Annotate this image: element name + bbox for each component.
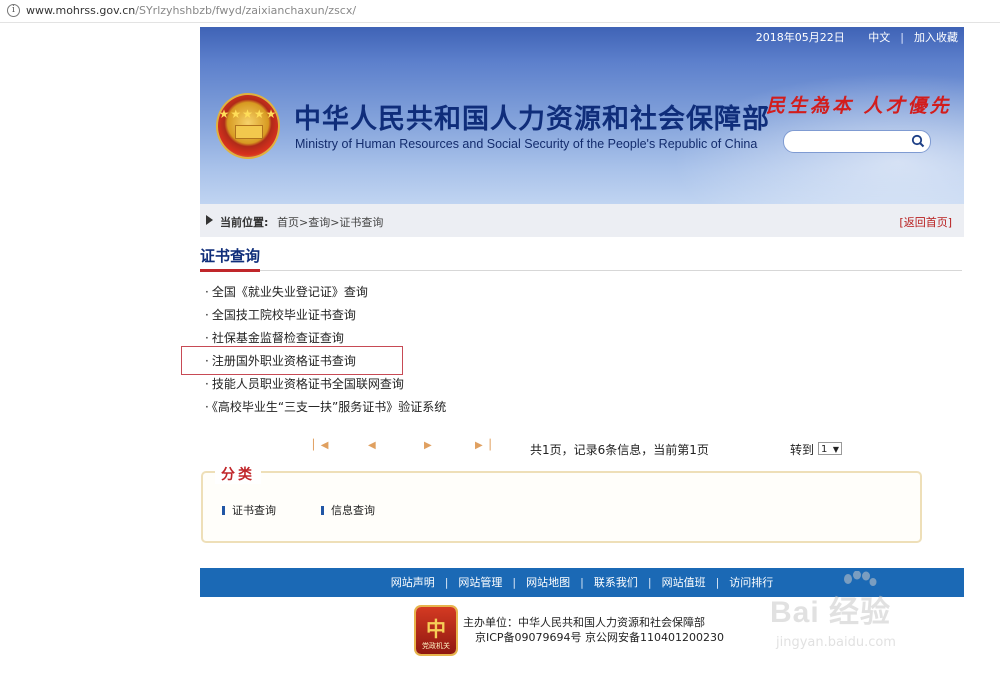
address-url[interactable]: www.mohrss.gov.cn/SYrlzyhshbzb/fwyd/zaix… [26, 4, 356, 17]
category-item-info-query[interactable]: 信息查询 [321, 502, 375, 518]
site-banner: 2018年05月22日 中文 | 加入收藏 ★★★★★ 中华人民共和国人力资源和社会… [200, 27, 964, 204]
footer-link-duty[interactable]: 网站值班 [662, 568, 706, 597]
back-home-link[interactable]: [返回首页] [899, 214, 952, 230]
government-site-badge-icon[interactable]: 中 党政机关 [416, 607, 456, 654]
query-link-graduate-service-certificate[interactable]: 《高校毕业生“三支一扶”服务证书》验证系统 [212, 400, 446, 414]
site-title-chinese: 中华人民共和国人力资源和社会保障部 [294, 104, 770, 134]
page-title: 证书查询 [200, 247, 261, 265]
baidu-jingyan-watermark: Bai 经验 jingyan.baidu.com [760, 567, 960, 659]
footer-link-management[interactable]: 网站管理 [458, 568, 502, 597]
prev-page-icon[interactable]: ◀ [368, 440, 376, 451]
next-page-icon[interactable]: ▶ [424, 440, 432, 451]
breadcrumb-path[interactable]: 首页>查询>证书查询 [277, 214, 383, 230]
last-page-icon[interactable]: ▶▕ [475, 440, 490, 451]
title-underline-accent [200, 269, 260, 272]
query-link-employment-certificate[interactable]: 全国《就业失业登记证》查询 [212, 285, 368, 299]
current-date: 2018年05月22日 [755, 31, 845, 44]
site-search-box[interactable] [783, 130, 931, 153]
query-link-social-fund-inspection[interactable]: 社保基金监督检查证查询 [212, 331, 344, 345]
bullet-bar-icon [321, 506, 324, 515]
search-input[interactable] [792, 134, 904, 151]
pagination-info: 共1页，记录6条信息，当前第1页 [530, 443, 709, 457]
national-emblem-icon: ★★★★★ [218, 95, 278, 157]
search-icon[interactable] [911, 134, 925, 148]
highlight-annotation-box [181, 346, 403, 375]
query-link-skill-qualification[interactable]: 技能人员职业资格证书全国联网查询 [212, 377, 404, 391]
host-organization-text: 主办单位：中华人民共和国人力资源和社会保障部 [463, 616, 705, 629]
first-page-icon[interactable]: ▏◀ [313, 440, 328, 451]
page-select-value: 1 [821, 444, 828, 455]
list-item[interactable]: · 全国技工院校毕业证书查询 [205, 306, 446, 329]
list-item[interactable]: · 全国《就业失业登记证》查询 [205, 283, 446, 306]
site-info-icon[interactable]: i [7, 4, 20, 17]
list-item[interactable]: · 《高校毕业生“三支一扶”服务证书》验证系统 [205, 398, 446, 421]
site-title-english: Ministry of Human Resources and Social S… [295, 137, 758, 151]
url-domain: www.mohrss.gov.cn [26, 4, 136, 17]
title-divider [200, 270, 962, 271]
goto-label: 转到 [790, 443, 815, 457]
slogan-calligraphy: 民生為本 人才優先 [766, 95, 952, 117]
add-favorite-link[interactable]: 加入收藏 [914, 27, 958, 49]
url-path: /SYrlzyhshbzb/fwyd/zaixianchaxun/zscx/ [135, 4, 357, 17]
footer-link-sitemap[interactable]: 网站地图 [526, 568, 570, 597]
breadcrumb-label: 当前位置: [220, 216, 269, 229]
icp-record-text: 京ICP备09079694号 京公网安备110401200230 [475, 631, 725, 644]
chevron-down-icon: ▼ [832, 445, 839, 454]
category-title: 分类 [215, 464, 261, 484]
footer-link-statement[interactable]: 网站声明 [391, 568, 435, 597]
list-item[interactable]: · 技能人员职业资格证书全国联网查询 [205, 375, 446, 398]
category-item-certificate-query[interactable]: 证书查询 [222, 502, 276, 518]
breadcrumb: 当前位置: 首页>查询>证书查询 [返回首页] [200, 204, 964, 237]
footer-link-contact[interactable]: 联系我们 [594, 568, 638, 597]
pagination: ▏◀ ◀ ▶ ▶▕ 共1页，记录6条信息，当前第1页 转到 1 ▼ [0, 437, 1000, 459]
triangle-right-icon [206, 215, 213, 225]
page-select[interactable]: 1 ▼ [818, 442, 842, 455]
category-panel [201, 471, 922, 543]
browser-address-bar[interactable]: i www.mohrss.gov.cn/SYrlzyhshbzb/fwyd/za… [0, 0, 1000, 23]
top-utility-bar: 2018年05月22日 中文 | 加入收藏 [756, 27, 964, 49]
lang-link-chinese[interactable]: 中文 [868, 27, 890, 49]
bullet-bar-icon [222, 506, 225, 515]
query-link-technical-school-diploma[interactable]: 全国技工院校毕业证书查询 [212, 308, 356, 322]
